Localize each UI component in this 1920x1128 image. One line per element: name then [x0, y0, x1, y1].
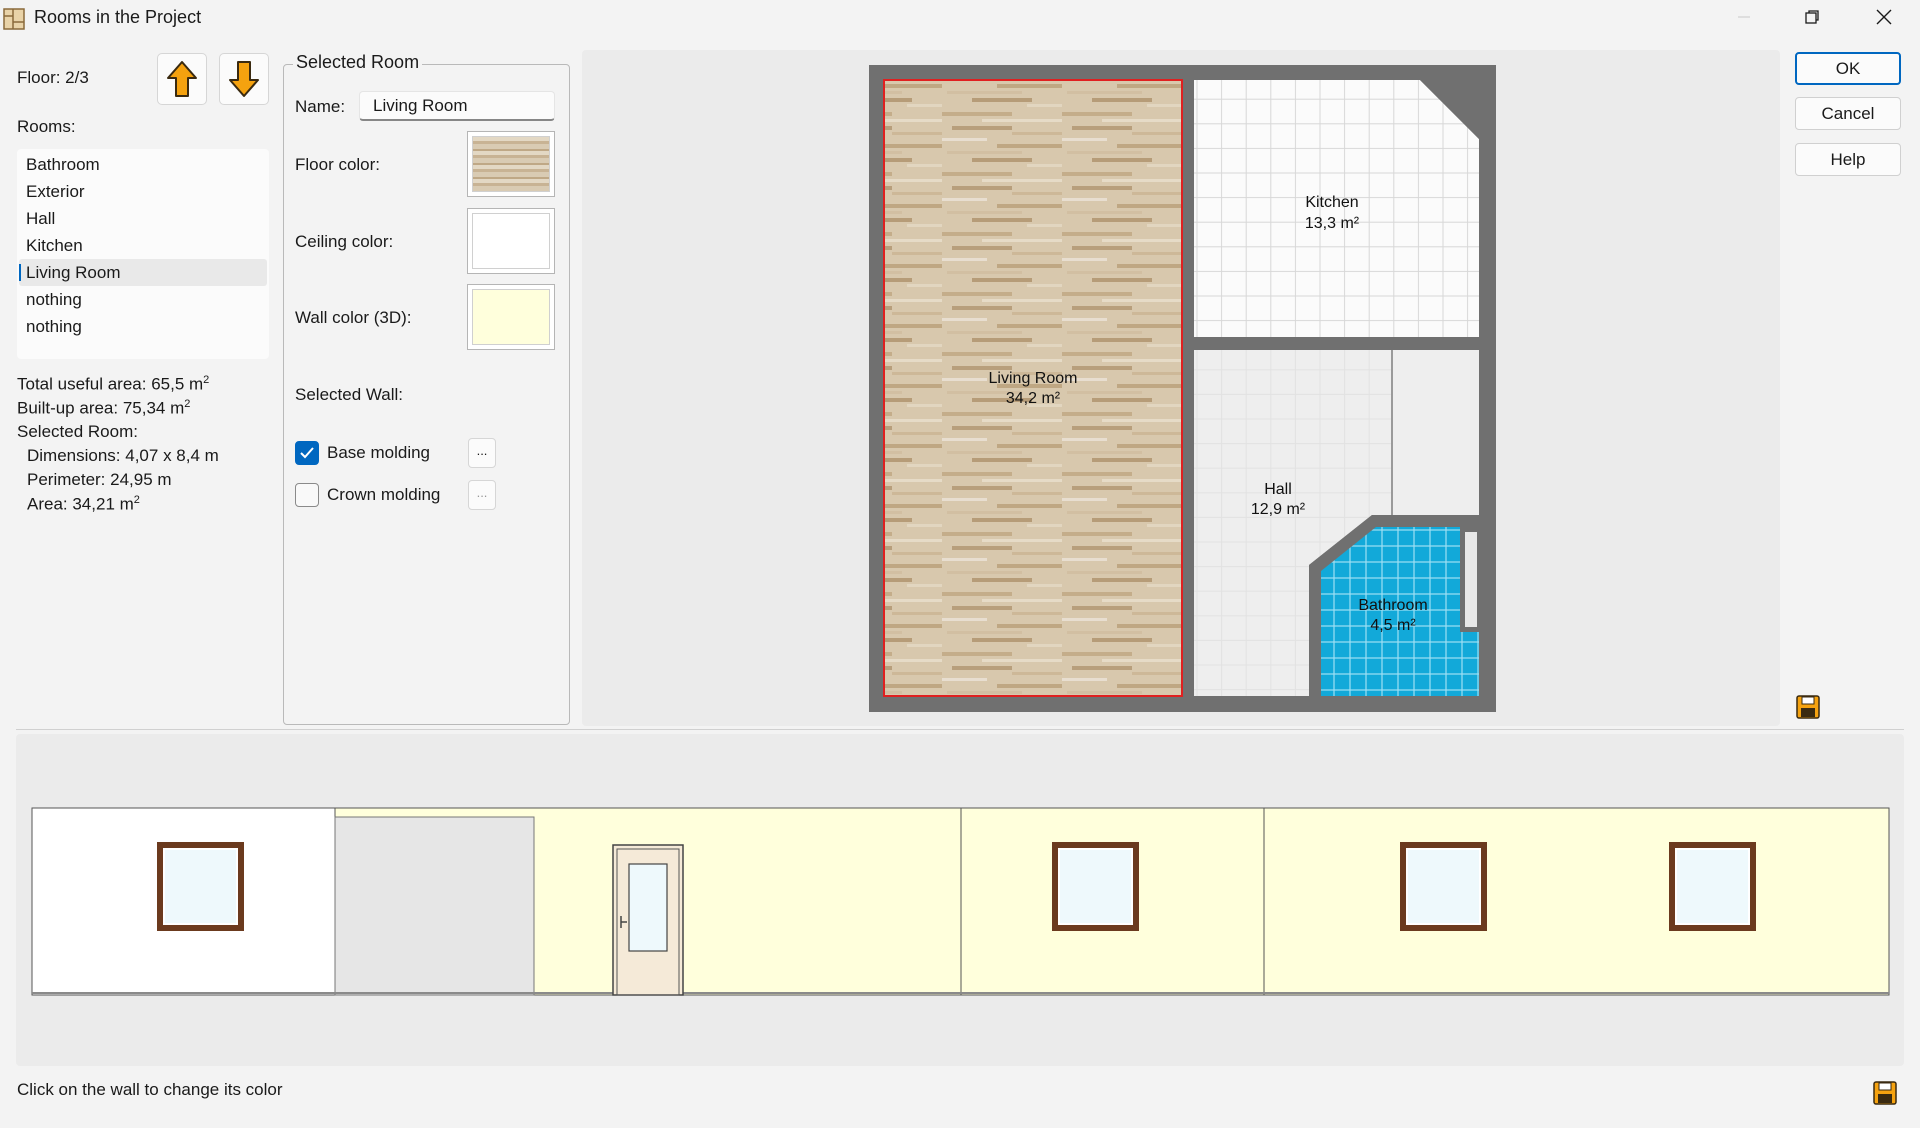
- wall-color-swatch[interactable]: [467, 284, 555, 350]
- floor-color-label: Floor color:: [295, 155, 381, 174]
- built-up-area: Built-up area: 75,34 m2: [17, 398, 191, 418]
- save-icon: [1796, 695, 1820, 719]
- list-item[interactable]: nothing: [19, 313, 267, 340]
- room-dimensions: Dimensions: 4,07 x 8,4 m: [27, 446, 219, 465]
- plan-label-living-room: Living Room: [989, 370, 1078, 387]
- plan-label-kitchen: Kitchen: [1305, 194, 1358, 211]
- window: [157, 842, 244, 931]
- room-area: Area: 34,21 m2: [27, 494, 140, 514]
- restore-button[interactable]: [1778, 0, 1846, 34]
- total-useful-area: Total useful area: 65,5 m2: [17, 374, 210, 394]
- wall-color-label: Wall color (3D):: [295, 308, 412, 327]
- list-item-selected[interactable]: Living Room: [19, 259, 267, 286]
- crown-molding-label: Crown molding: [327, 485, 441, 504]
- door: [612, 844, 684, 996]
- window-title: Rooms in the Project: [34, 7, 202, 27]
- status-text: Click on the wall to change its color: [17, 1080, 283, 1099]
- floor-plan[interactable]: Living Room 34,2 m² Kitchen 13,3 m² Hall…: [582, 50, 1780, 726]
- plan-area-living-room: 34,2 m²: [1006, 390, 1061, 407]
- base-molding-options-button[interactable]: ...: [468, 438, 496, 468]
- plan-area-bathroom: 4,5 m²: [1370, 617, 1416, 634]
- window: [1669, 842, 1756, 931]
- base-molding-checkbox[interactable]: [295, 441, 319, 465]
- floor-up-button[interactable]: [157, 53, 207, 105]
- selected-room-legend: Selected Room: [293, 52, 423, 73]
- room-name-input[interactable]: [359, 91, 555, 121]
- plan-label-bathroom: Bathroom: [1358, 597, 1427, 614]
- plan-label-hall: Hall: [1264, 481, 1292, 498]
- save-icon: [1873, 1081, 1897, 1105]
- list-item[interactable]: Hall: [19, 205, 267, 232]
- rooms-list[interactable]: Bathroom Exterior Hall Kitchen Living Ro…: [17, 149, 269, 359]
- minimize-button[interactable]: [1710, 0, 1778, 34]
- crown-molding-checkbox[interactable]: [295, 483, 319, 507]
- floor-color-swatch[interactable]: [467, 131, 555, 197]
- base-molding-label: Base molding: [327, 443, 431, 462]
- crown-molding-options-button[interactable]: ...: [468, 480, 496, 510]
- list-item[interactable]: Kitchen: [19, 232, 267, 259]
- selected-room-heading: Selected Room:: [17, 422, 138, 441]
- title-bar: [0, 0, 1920, 34]
- plan-area-hall: 12,9 m²: [1251, 501, 1306, 518]
- bathroom-closet: [1465, 532, 1477, 627]
- list-item[interactable]: Bathroom: [19, 151, 267, 178]
- restore-icon: [1805, 10, 1819, 24]
- divider: [16, 729, 1904, 730]
- cancel-button[interactable]: Cancel: [1795, 97, 1901, 130]
- floor-label: Floor: 2/3: [17, 68, 89, 87]
- close-icon: [1876, 9, 1892, 25]
- ceiling-color-swatch[interactable]: [467, 208, 555, 274]
- list-item[interactable]: Exterior: [19, 178, 267, 205]
- arrow-up-icon: [167, 61, 197, 97]
- ok-button[interactable]: OK: [1795, 52, 1901, 85]
- plan-area-kitchen: 13,3 m²: [1305, 215, 1360, 232]
- window: [1052, 842, 1139, 931]
- save-wall-button[interactable]: [1873, 1081, 1897, 1110]
- ceiling-color-label: Ceiling color:: [295, 232, 394, 251]
- wall-opening: [334, 816, 535, 996]
- plan-room-living-room[interactable]: [883, 79, 1183, 697]
- floor-down-button[interactable]: [219, 53, 269, 105]
- selected-wall-label: Selected Wall:: [295, 385, 404, 404]
- app-icon: [3, 8, 25, 30]
- room-perimeter: Perimeter: 24,95 m: [27, 470, 172, 489]
- checkmark-icon: [300, 447, 314, 459]
- hall-closet: [1392, 350, 1479, 515]
- list-item[interactable]: nothing: [19, 286, 267, 313]
- minimize-icon: [1738, 16, 1750, 18]
- rooms-label: Rooms:: [17, 117, 76, 136]
- arrow-down-icon: [229, 61, 259, 97]
- help-button[interactable]: Help: [1795, 143, 1901, 176]
- save-plan-button[interactable]: [1796, 695, 1820, 724]
- name-label: Name:: [295, 97, 346, 116]
- close-button[interactable]: [1850, 0, 1918, 34]
- wall-elevation[interactable]: [16, 734, 1904, 1066]
- window: [1400, 842, 1487, 931]
